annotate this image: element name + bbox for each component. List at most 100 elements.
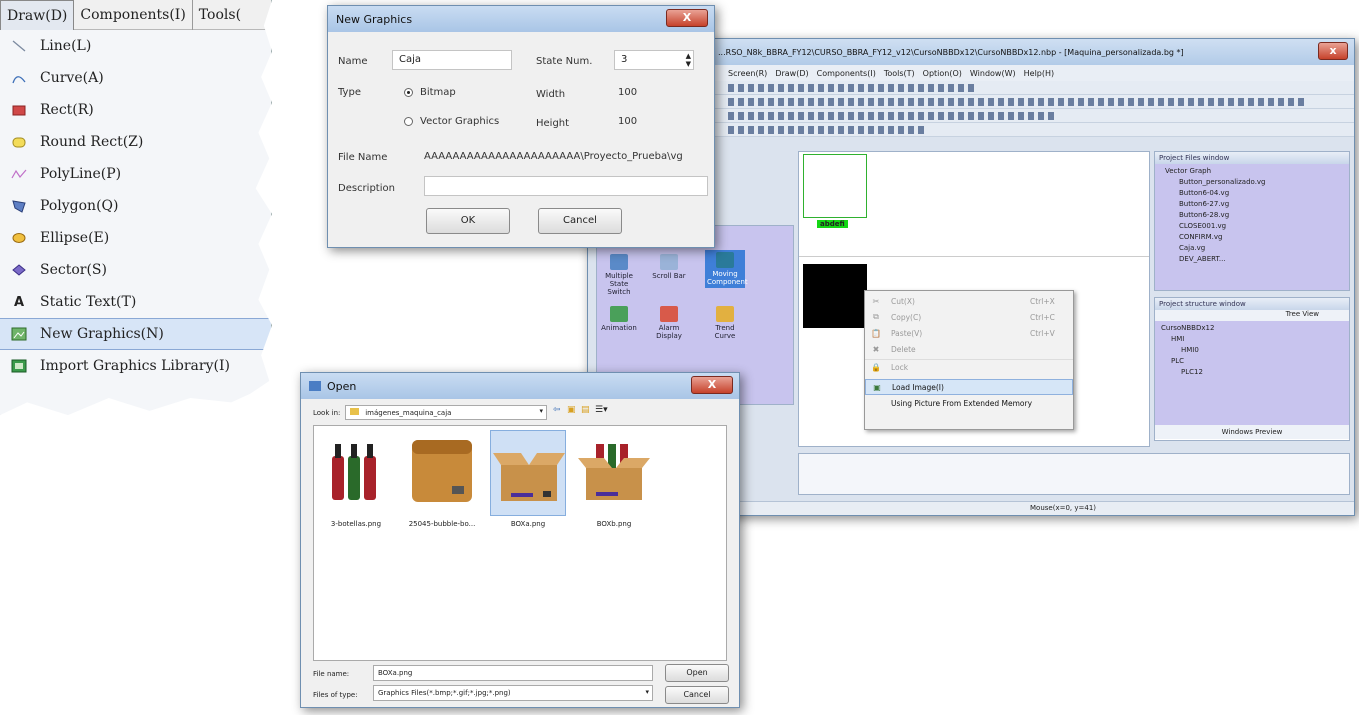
white-frame-object[interactable]: [803, 154, 867, 218]
file-thumb-boxb[interactable]: [576, 430, 652, 516]
file-label: BOXa.png: [510, 520, 546, 528]
tree-item[interactable]: CONFIRM.vg: [1161, 232, 1343, 243]
menu-draw[interactable]: Draw(D): [775, 69, 808, 78]
component-multiple-state-switch[interactable]: Multiple State Switch: [599, 254, 639, 296]
menu-option[interactable]: Option(O): [923, 69, 962, 78]
close-button[interactable]: X: [691, 376, 733, 394]
tree-item-project[interactable]: CursoNBBDx12: [1161, 323, 1343, 334]
file-label: 25045-bubble-bo...: [408, 520, 476, 528]
menu-item-rect[interactable]: Rect(R): [0, 94, 271, 126]
context-menu-extended-memory[interactable]: Using Picture From Extended Memory: [865, 395, 1073, 411]
lock-icon: 🔒: [871, 363, 881, 372]
open-dialog: Open X Look in: imágenes_maquina_caja ▾ …: [300, 372, 740, 708]
context-menu-delete[interactable]: ✖ Delete: [865, 341, 1073, 357]
component-trend-curve[interactable]: Trend Curve: [705, 306, 745, 340]
menu-draw[interactable]: Draw(D): [0, 0, 75, 30]
tree-item[interactable]: Button6-28.vg: [1161, 210, 1343, 221]
tree-item[interactable]: CLOSE001.vg: [1161, 221, 1343, 232]
tree-item[interactable]: Button6-27.vg: [1161, 199, 1343, 210]
tree-item[interactable]: Button_personalizado.vg: [1161, 177, 1343, 188]
tree-item-hmi0[interactable]: HMI0: [1161, 345, 1343, 356]
menu-components[interactable]: Components(I): [74, 0, 193, 30]
menu-item-ellipse[interactable]: Ellipse(E): [0, 222, 271, 254]
component-scroll-bar[interactable]: Scroll Bar: [649, 254, 689, 280]
chevron-down-icon: ▾: [539, 407, 543, 415]
context-menu-load-image[interactable]: ▣ Load Image(I): [865, 379, 1073, 395]
component-moving[interactable]: Moving Component: [705, 250, 748, 288]
menu-item-round-rect[interactable]: Round Rect(Z): [0, 126, 271, 158]
look-in-select[interactable]: imágenes_maquina_caja ▾: [345, 405, 547, 420]
tree-item-plc12[interactable]: PLC12: [1161, 367, 1343, 378]
menu-item-label: Static Text(T): [40, 294, 137, 310]
file-name-value: AAAAAAAAAAAAAAAAAAAAAA\Proyecto_Prueba\v…: [424, 151, 683, 162]
tree-item[interactable]: DEV_ABERT...: [1161, 254, 1343, 265]
windows-preview-tab[interactable]: Windows Preview: [1155, 425, 1349, 439]
up-folder-icon[interactable]: ▣: [567, 405, 576, 415]
new-folder-icon[interactable]: ▤: [581, 405, 590, 415]
menu-item-sector[interactable]: Sector(S): [0, 254, 271, 286]
bitmap-radio[interactable]: [404, 88, 413, 97]
load-image-icon: ▣: [873, 382, 881, 392]
file-type-select[interactable]: Graphics Files(*.bmp;*.gif;*.jpg;*.png) …: [373, 685, 653, 701]
state-num-stepper[interactable]: 3 ▲ ▼: [614, 50, 694, 70]
cancel-button[interactable]: Cancel: [538, 208, 622, 234]
menu-item-import-library[interactable]: Import Graphics Library(I): [0, 350, 271, 382]
tree-view-tab[interactable]: Tree View: [1155, 310, 1349, 321]
menu-tools[interactable]: Tools(: [193, 0, 247, 30]
project-structure-title: Project structure window: [1155, 298, 1349, 310]
tree-item[interactable]: Button6-04.vg: [1161, 188, 1343, 199]
menu-help[interactable]: Help(H): [1024, 69, 1055, 78]
name-field[interactable]: Caja: [392, 50, 512, 70]
file-thumb-bottles[interactable]: [318, 430, 394, 516]
ok-button[interactable]: OK: [426, 208, 510, 234]
bitmap-label: Bitmap: [420, 87, 456, 98]
new-graphics-icon: [10, 325, 28, 343]
file-thumb-boxa[interactable]: [490, 430, 566, 516]
file-thumb-bubble-box[interactable]: [404, 430, 480, 516]
menu-tools[interactable]: Tools(T): [884, 69, 915, 78]
file-name-input[interactable]: BOXa.png: [373, 665, 653, 681]
dialog-title: New Graphics: [336, 12, 413, 26]
width-value[interactable]: 100: [618, 87, 637, 98]
tree-item-vector-graph[interactable]: Vector Graph: [1161, 166, 1343, 177]
description-field[interactable]: [424, 176, 708, 196]
app-close-button[interactable]: x: [1318, 42, 1348, 60]
open-button[interactable]: Open: [665, 664, 729, 682]
context-menu-paste[interactable]: 📋 Paste(V) Ctrl+V: [865, 325, 1073, 341]
context-menu-cut[interactable]: ✂ Cut(X) Ctrl+X: [865, 293, 1073, 309]
close-button[interactable]: X: [666, 9, 708, 27]
context-menu-copy[interactable]: ⧉ Copy(C) Ctrl+C: [865, 309, 1073, 325]
tree-item[interactable]: Caja.vg: [1161, 243, 1343, 254]
context-menu: ✂ Cut(X) Ctrl+X ⧉ Copy(C) Ctrl+C 📋 Paste(V) Ct…: [864, 290, 1074, 430]
view-menu-icon[interactable]: ☰▾: [595, 405, 608, 415]
description-label: Description: [338, 183, 395, 194]
vector-graphics-radio[interactable]: [404, 117, 413, 126]
name-label: Name: [338, 56, 368, 67]
cancel-button[interactable]: Cancel: [665, 686, 729, 704]
menu-item-static-text[interactable]: A Static Text(T): [0, 286, 271, 318]
menu-item-line[interactable]: Line(L): [0, 30, 271, 62]
menu-components[interactable]: Components(I): [817, 69, 876, 78]
menu-item-label: PolyLine(P): [40, 166, 122, 182]
mouse-position: Mouse(x=0, y=41): [1030, 504, 1097, 512]
stepper-arrows-icon[interactable]: ▲ ▼: [686, 52, 691, 68]
height-value[interactable]: 100: [618, 116, 637, 127]
menu-item-polyline[interactable]: PolyLine(P): [0, 158, 271, 190]
chevron-down-icon: ▾: [645, 688, 649, 696]
menu-item-polygon[interactable]: Polygon(Q): [0, 190, 271, 222]
menu-item-curve[interactable]: Curve(A): [0, 62, 271, 94]
back-icon[interactable]: ⇦: [553, 405, 561, 415]
file-name-label: File Name: [338, 152, 388, 163]
menu-window[interactable]: Window(W): [970, 69, 1016, 78]
green-label-object[interactable]: abdefi: [817, 220, 848, 228]
menu-screen[interactable]: Screen(R): [728, 69, 767, 78]
component-animation[interactable]: Animation: [599, 306, 639, 332]
tree-item-plc[interactable]: PLC: [1161, 356, 1343, 367]
delete-icon: ✖: [872, 344, 880, 354]
menu-item-new-graphics[interactable]: New Graphics(N): [0, 318, 271, 350]
black-image-object[interactable]: [803, 264, 867, 328]
context-menu-lock[interactable]: 🔒 Lock: [865, 359, 1073, 375]
component-alarm-display[interactable]: Alarm Display: [649, 306, 689, 340]
tree-item-hmi[interactable]: HMI: [1161, 334, 1343, 345]
output-panel: [798, 453, 1350, 495]
